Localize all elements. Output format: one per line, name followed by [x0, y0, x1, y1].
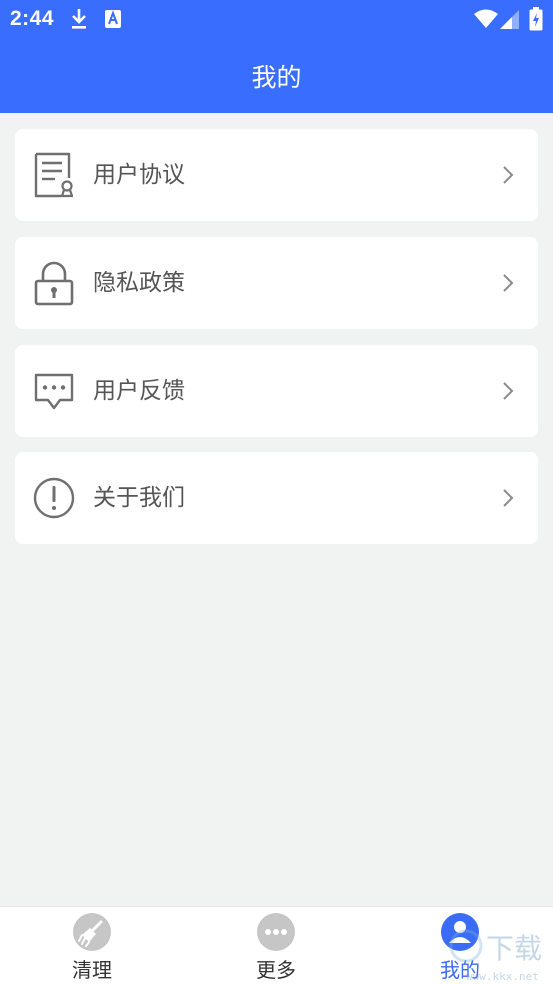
document-icon	[33, 152, 75, 198]
wifi-icon	[474, 9, 498, 33]
tab-mine[interactable]: 我的	[400, 907, 520, 984]
menu-item-about-us[interactable]: 关于我们	[15, 452, 538, 544]
menu-item-label: 用户协议	[93, 162, 185, 188]
chevron-right-icon	[502, 488, 514, 512]
tab-clean[interactable]: 清理	[32, 907, 152, 984]
tab-label: 清理	[72, 958, 112, 982]
tab-more[interactable]: 更多	[216, 907, 336, 984]
user-icon	[441, 913, 479, 951]
menu-item-privacy-policy[interactable]: 隐私政策	[15, 237, 538, 329]
menu-item-user-feedback[interactable]: 用户反馈	[15, 345, 538, 437]
tab-label: 更多	[256, 958, 296, 982]
status-time: 2:44	[10, 7, 55, 30]
bottom-tab-bar: 清理 更多 我的	[0, 906, 553, 984]
chevron-right-icon	[502, 165, 514, 189]
menu-item-user-agreement[interactable]: 用户协议	[15, 129, 538, 221]
chat-bubble-icon	[33, 368, 75, 414]
broom-icon	[73, 913, 111, 951]
app-header: 2:44 我的	[0, 0, 553, 113]
download-icon	[70, 8, 88, 34]
more-dots-icon	[257, 913, 295, 951]
tab-label: 我的	[440, 958, 480, 982]
menu-item-label: 用户反馈	[93, 378, 185, 404]
info-exclamation-icon	[33, 475, 75, 521]
a-notification-icon	[104, 8, 122, 34]
menu-item-label: 关于我们	[93, 485, 185, 511]
page-title: 我的	[251, 63, 302, 92]
cellular-signal-icon	[500, 10, 520, 33]
status-bar: 2:44	[0, 0, 553, 38]
lock-icon	[33, 260, 75, 306]
menu-item-label: 隐私政策	[93, 270, 185, 296]
chevron-right-icon	[502, 273, 514, 297]
chevron-right-icon	[502, 381, 514, 405]
battery-icon	[529, 7, 543, 35]
